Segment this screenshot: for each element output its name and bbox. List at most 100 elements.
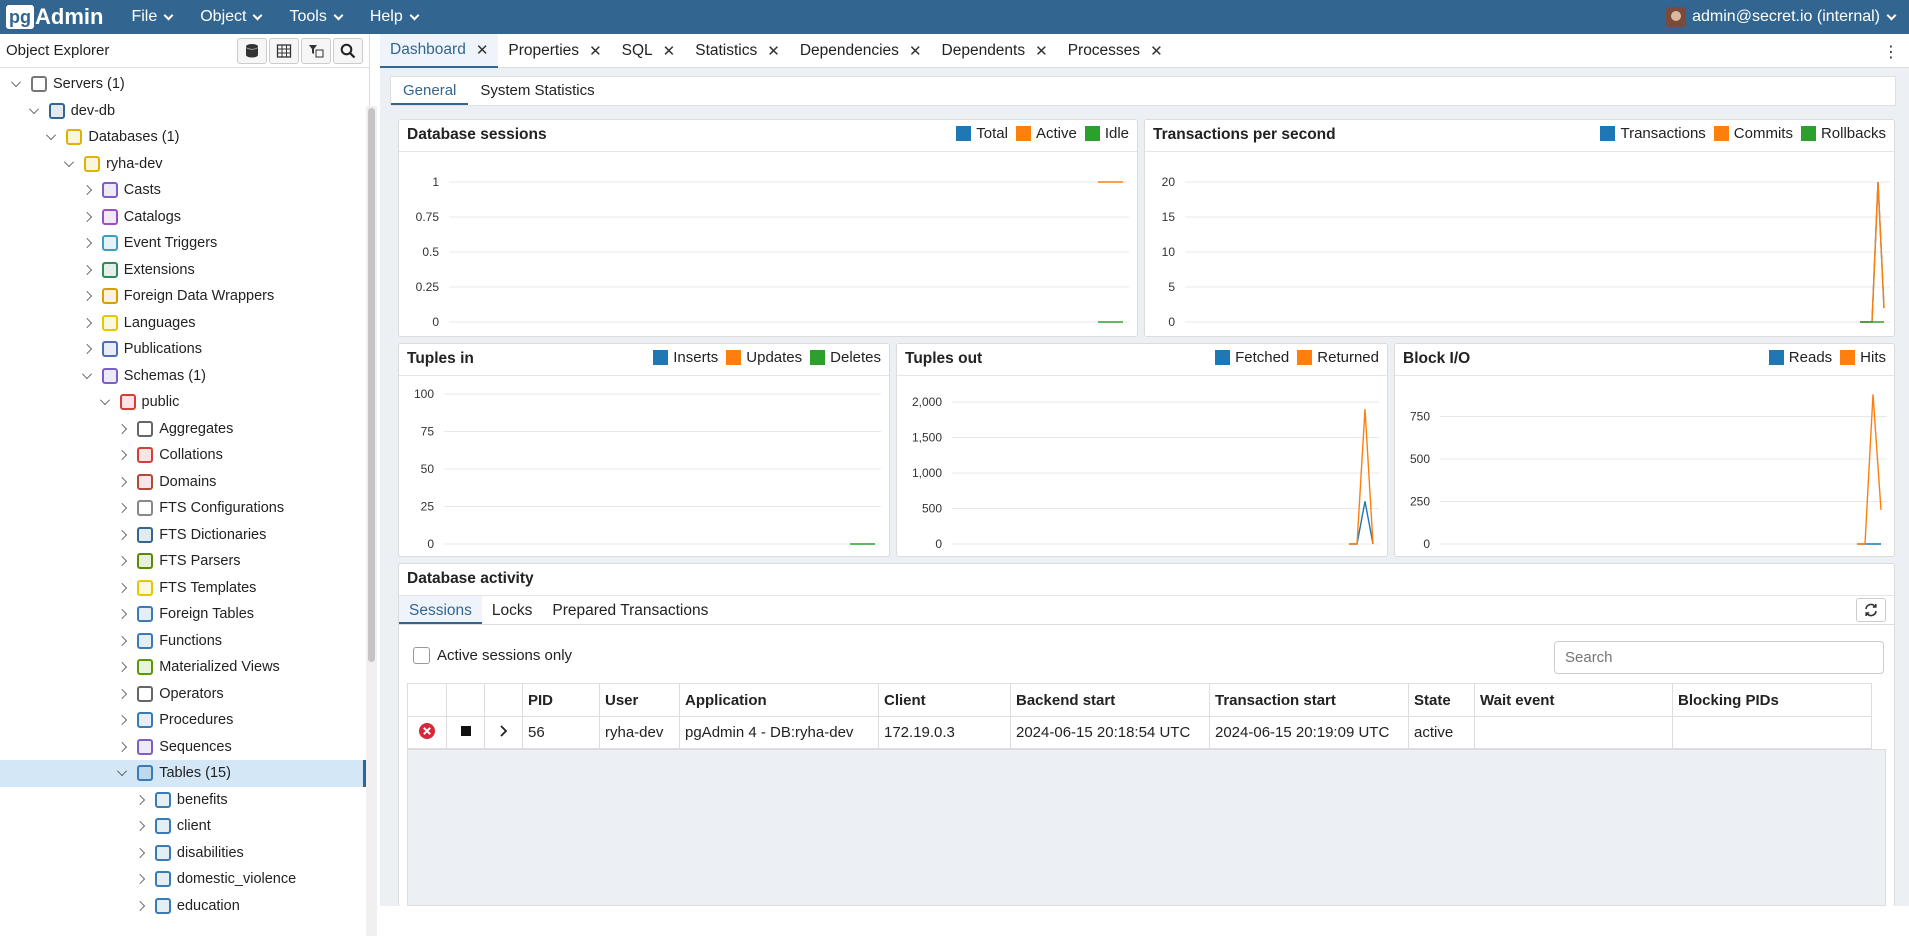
tab-dashboard[interactable]: Dashboard ✕ [380,33,499,68]
chevron-right-icon[interactable] [117,662,128,673]
tree-node[interactable]: Catalogs [0,204,366,231]
subtab-system-statistics[interactable]: System Statistics [468,77,606,105]
chevron-right-icon[interactable] [117,582,128,593]
tree-node[interactable]: Collations [0,442,366,469]
refresh-button[interactable] [1856,598,1886,622]
chevron-right-icon[interactable] [81,238,92,249]
more-options-icon[interactable]: ⋮ [1883,42,1899,62]
tree-node[interactable]: FTS Dictionaries [0,522,366,549]
chevron-right-icon[interactable] [117,715,128,726]
tree-node[interactable]: Schemas (1) [0,363,366,390]
menu-tools[interactable]: Tools [275,0,355,34]
table-row[interactable]: 56 ryha-dev pgAdmin 4 - DB:ryha-dev 172.… [407,716,1872,749]
chevron-right-icon[interactable] [81,344,92,355]
column-header-transaction-start[interactable]: Transaction start [1209,683,1409,717]
tab-sql[interactable]: SQL ✕ [612,34,686,68]
column-header-blocking-pids[interactable]: Blocking PIDs [1672,683,1872,717]
chevron-right-icon[interactable] [117,556,128,567]
chevron-right-icon[interactable] [117,688,128,699]
chevron-right-icon[interactable] [117,609,128,620]
chevron-down-icon[interactable] [81,368,92,379]
menu-object[interactable]: Object [186,0,275,34]
close-icon[interactable]: ✕ [663,42,676,60]
query-tool-button[interactable] [237,38,267,64]
column-header-application[interactable]: Application [679,683,879,717]
chevron-right-icon[interactable] [81,317,92,328]
search-objects-button[interactable] [333,38,363,64]
close-icon[interactable]: ✕ [476,41,489,59]
chevron-right-icon[interactable] [134,794,145,805]
tree-node[interactable]: disabilities [0,840,366,867]
tree-node[interactable]: public [0,389,366,416]
column-header-client[interactable]: Client [878,683,1011,717]
chevron-right-icon[interactable] [117,741,128,752]
tree-node[interactable]: Tables (15) [0,760,366,787]
column-header-wait-event[interactable]: Wait event [1474,683,1673,717]
close-icon[interactable]: ✕ [767,42,780,60]
chevron-right-icon[interactable] [134,874,145,885]
chevron-right-icon[interactable] [117,423,128,434]
tree-node[interactable]: Databases (1) [0,124,366,151]
tree-node[interactable]: Event Triggers [0,230,366,257]
tree-node[interactable]: Servers (1) [0,71,366,98]
tab-dependents[interactable]: Dependents ✕ [932,34,1058,68]
tree-node[interactable]: FTS Templates [0,575,366,602]
tab-prepared-transactions[interactable]: Prepared Transactions [542,596,718,624]
tree-node[interactable]: Publications [0,336,366,363]
tree-node[interactable]: benefits [0,787,366,814]
user-menu[interactable]: admin@secret.io (internal) [1666,0,1897,34]
chevron-right-icon[interactable] [81,185,92,196]
tab-sessions[interactable]: Sessions [399,596,482,624]
tree-node[interactable]: Foreign Data Wrappers [0,283,366,310]
column-header-pid[interactable]: PID [522,683,600,717]
expand-row-cell[interactable] [484,716,523,749]
close-icon[interactable]: ✕ [1035,42,1048,60]
close-icon[interactable]: ✕ [909,42,922,60]
chevron-right-icon[interactable] [134,847,145,858]
subtab-general[interactable]: General [391,77,469,105]
tree-node[interactable]: Sequences [0,734,366,761]
checkbox-box[interactable] [413,647,430,664]
column-header-backend-start[interactable]: Backend start [1010,683,1210,717]
chevron-right-icon[interactable] [117,529,128,540]
tree-node[interactable]: Procedures [0,707,366,734]
close-icon[interactable]: ✕ [589,42,602,60]
tree-node[interactable]: Extensions [0,257,366,284]
tab-dependencies[interactable]: Dependencies ✕ [790,34,932,68]
chevron-down-icon[interactable] [99,395,110,406]
chevron-down-icon[interactable] [11,77,21,88]
search-input[interactable] [1554,641,1884,674]
chevron-down-icon[interactable] [64,156,75,167]
chevron-down-icon[interactable] [46,130,57,141]
column-header-user[interactable]: User [599,683,680,717]
view-data-button[interactable] [269,38,299,64]
tab-locks[interactable]: Locks [482,596,543,624]
tree-node[interactable]: Materialized Views [0,654,366,681]
chevron-right-icon[interactable] [134,821,145,832]
menu-file[interactable]: File [117,0,186,34]
tree-node[interactable]: client [0,813,366,840]
tree-node[interactable]: Operators [0,681,366,708]
tree-node[interactable]: Domains [0,469,366,496]
chevron-right-icon[interactable] [117,476,128,487]
chevron-right-icon[interactable] [117,450,128,461]
tab-processes[interactable]: Processes ✕ [1058,34,1173,68]
terminate-icon[interactable] [418,722,436,740]
chevron-right-icon[interactable] [499,724,509,738]
terminate-session-cell[interactable] [407,716,447,749]
chevron-right-icon[interactable] [117,635,128,646]
filter-rows-button[interactable] [301,38,331,64]
active-sessions-only-checkbox[interactable]: Active sessions only [413,647,572,664]
chevron-down-icon[interactable] [117,766,128,777]
cancel-query-cell[interactable] [446,716,485,749]
tree-node[interactable]: Foreign Tables [0,601,366,628]
tree-node[interactable]: Casts [0,177,366,204]
chevron-right-icon[interactable] [117,503,128,514]
tree-scrollbar[interactable] [366,106,377,936]
stop-icon[interactable] [460,725,472,737]
tree-scrollbar-thumb[interactable] [368,108,375,662]
close-icon[interactable]: ✕ [1150,42,1163,60]
chevron-right-icon[interactable] [81,291,92,302]
chevron-right-icon[interactable] [81,264,92,275]
tab-statistics[interactable]: Statistics ✕ [685,34,790,68]
